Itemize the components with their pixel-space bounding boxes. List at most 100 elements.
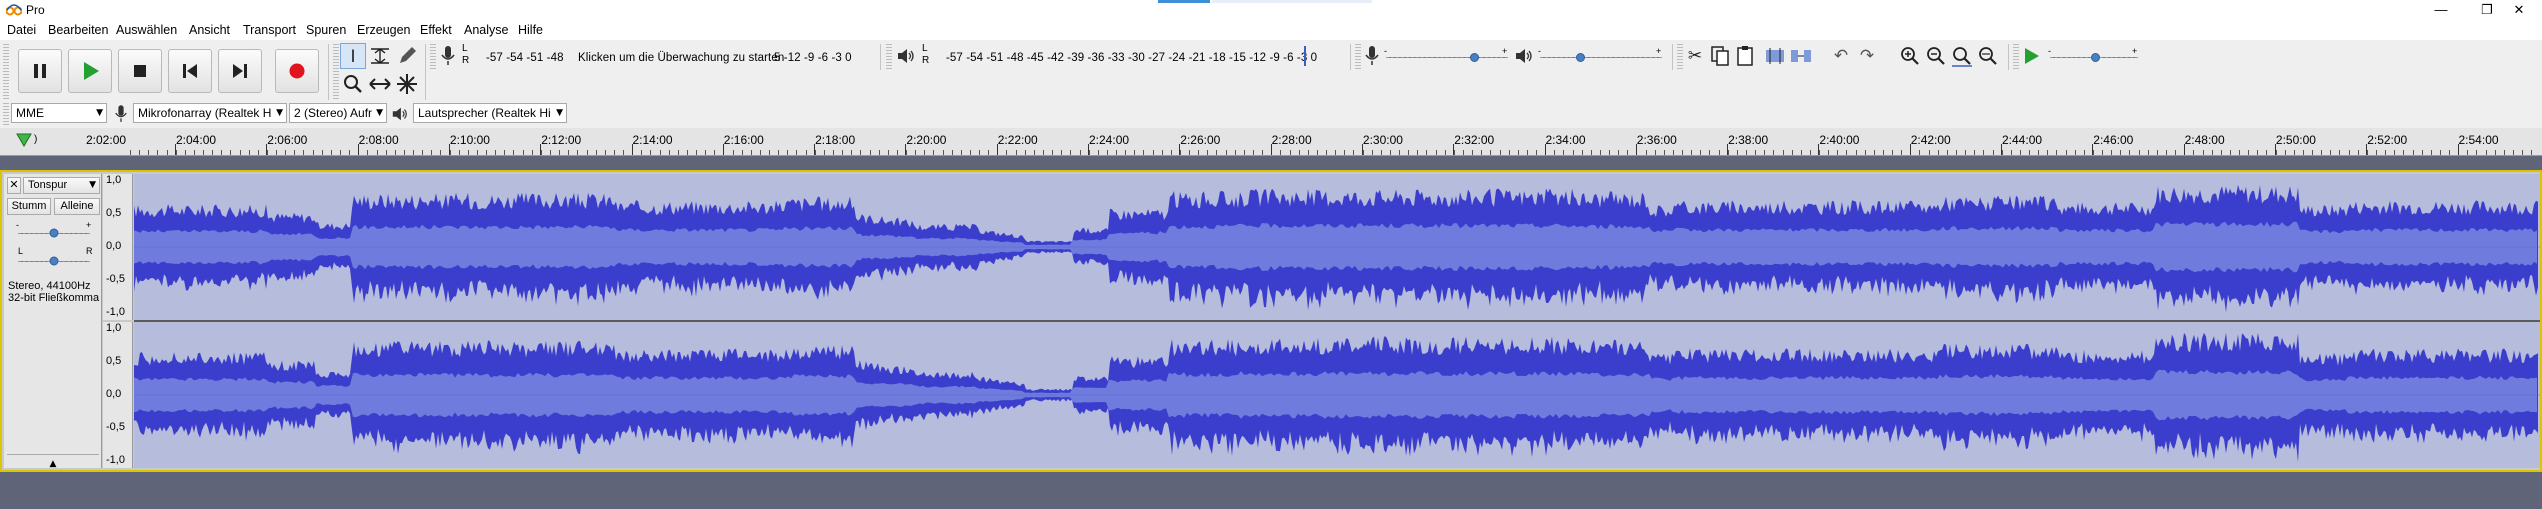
timeline-minor-tick (988, 150, 990, 155)
draw-tool-button[interactable] (394, 43, 420, 69)
recording-device-select[interactable]: Mikrofonarray (Realtek H ▼ (133, 103, 287, 123)
cut-button[interactable]: ✂ (1682, 43, 1708, 69)
channel-1-vertical-scale[interactable]: 1,0 0,5 0,0 -0,5 -1,0 (103, 174, 133, 320)
output-slider-thumb[interactable] (1575, 53, 1585, 62)
solo-button[interactable]: Alleine (54, 198, 100, 215)
track-close-button[interactable]: ✕ (7, 177, 21, 194)
selection-tool-button[interactable]: I (340, 43, 366, 69)
timeline-minor-tick (2503, 150, 2505, 155)
collapse-track-button[interactable]: ▲ (7, 454, 99, 469)
copy-button[interactable] (1707, 43, 1733, 69)
gain-slider-thumb[interactable] (49, 228, 59, 238)
pause-button[interactable] (18, 49, 62, 93)
play-at-speed-button[interactable] (2018, 43, 2044, 69)
timeline-minor-tick (1709, 150, 1711, 155)
separator (328, 44, 329, 100)
zoom-tool-button[interactable] (340, 71, 366, 97)
recording-device-microphone-icon (115, 105, 127, 122)
copy-icon (1711, 46, 1729, 66)
timeline-minor-tick (376, 150, 378, 155)
speed-slider-thumb[interactable] (2091, 53, 2100, 62)
timeline-minor-tick (769, 150, 771, 155)
channel-2-waveform[interactable] (134, 322, 2540, 468)
menu-ansicht[interactable]: Ansicht (189, 23, 230, 37)
timeshift-tool-button[interactable] (367, 71, 393, 97)
timeline-minor-tick (2485, 150, 2487, 155)
timeline-minor-tick (568, 150, 570, 155)
timeline-minor-tick (1672, 150, 1674, 155)
microphone-icon[interactable] (440, 45, 456, 67)
record-meter-grip[interactable] (430, 44, 436, 70)
output-slider-track (1540, 57, 1662, 58)
timeline-minor-tick (1764, 150, 1766, 155)
playback-device-select[interactable]: Lautsprecher (Realtek Hi ▼ (413, 103, 567, 123)
record-button[interactable] (275, 49, 319, 93)
trim-audio-button[interactable] (1762, 43, 1788, 69)
menu-analyse[interactable]: Analyse (464, 23, 508, 37)
track[interactable]: ✕ Tonspur ▼ Stumm Alleine - + L R Stereo… (0, 170, 2542, 472)
record-meter[interactable]: -57 -54 -51 -48 Klicken um die Überwachu… (472, 43, 872, 69)
tools-toolbar-grip[interactable] (333, 44, 339, 100)
multi-tool-button[interactable] (394, 71, 420, 97)
zoom-out-button[interactable] (1923, 43, 1949, 69)
menu-spuren[interactable]: Spuren (306, 23, 346, 37)
output-volume-slider[interactable]: - + (1538, 46, 1664, 66)
timeline-minor-tick (1992, 150, 1994, 155)
channel-2-vertical-scale[interactable]: 1,0 0,5 0,0 -0,5 -1,0 (103, 322, 133, 468)
recording-channels-value: 2 (Stereo) Aufr (294, 106, 373, 120)
minimize-button[interactable]: — (2418, 0, 2464, 20)
track-format-label: Stereo, 44100Hz (8, 280, 91, 292)
timeline-minor-tick (1444, 150, 1446, 155)
menu-hilfe[interactable]: Hilfe (518, 23, 543, 37)
timeline-minor-tick (2357, 150, 2359, 155)
undo-button[interactable]: ↶ (1828, 43, 1854, 69)
timeline-minor-tick (2394, 150, 2396, 155)
timeline-minor-tick (2202, 150, 2204, 155)
window-title: Pro (26, 3, 45, 17)
stop-button[interactable] (118, 49, 162, 93)
input-slider-thumb[interactable] (1469, 53, 1479, 62)
transport-toolbar-grip[interactable] (3, 44, 9, 100)
fit-project-button[interactable] (1975, 43, 2001, 69)
track-name-menu[interactable]: Tonspur ▼ (23, 177, 100, 194)
timeline-minor-tick (2047, 150, 2049, 155)
timeline-minor-tick (2147, 150, 2149, 155)
timeline-minor-tick (431, 150, 433, 155)
silence-audio-button[interactable] (1788, 43, 1814, 69)
fit-selection-icon (1952, 47, 1972, 67)
mute-button[interactable]: Stumm (7, 198, 51, 215)
envelope-tool-button[interactable] (367, 43, 393, 69)
play-meter-grip[interactable] (886, 44, 892, 70)
redo-button[interactable]: ↷ (1854, 43, 1880, 69)
speaker-icon[interactable] (896, 46, 916, 66)
close-window-button[interactable]: ✕ (2496, 0, 2542, 20)
device-toolbar-grip[interactable] (3, 103, 9, 125)
paste-button[interactable] (1732, 43, 1758, 69)
menu-transport[interactable]: Transport (243, 23, 296, 37)
recording-channels-select[interactable]: 2 (Stereo) Aufr ▼ (289, 103, 387, 123)
y-scale-label: 0,5 (106, 207, 122, 219)
timeline-minor-tick (1526, 150, 1528, 155)
timeline-minor-tick (166, 150, 168, 155)
fit-selection-button[interactable] (1949, 43, 1975, 69)
audio-host-select[interactable]: MME ▼ (11, 103, 107, 123)
timeline-ruler[interactable]: ) 2:02:00 2:04:00 2:06:00 2:08:00 2:10:00 2:… (0, 128, 2542, 156)
empty-project-area[interactable] (0, 472, 2542, 509)
skip-to-end-button[interactable] (218, 49, 262, 93)
input-volume-slider[interactable]: - + (1384, 46, 1510, 66)
pan-slider-thumb[interactable] (49, 256, 59, 266)
mixer-toolbar-grip[interactable] (1355, 44, 1361, 70)
playback-speed-slider[interactable]: - + (2048, 46, 2140, 66)
timeline-minor-tick (1946, 150, 1948, 155)
menu-datei[interactable]: Datei (7, 23, 36, 37)
play-button[interactable] (68, 49, 112, 93)
zoom-in-button[interactable] (1897, 43, 1923, 69)
play-meter[interactable]: -57 -54 -51 -48 -45 -42 -39 -36 -33 -30 … (932, 43, 1340, 69)
menu-erzeugen[interactable]: Erzeugen (357, 23, 411, 37)
timeline-minor-tick (2165, 150, 2167, 155)
channel-1-waveform[interactable] (134, 174, 2540, 320)
menu-auswaehlen[interactable]: Auswählen (116, 23, 177, 37)
menu-bearbeiten[interactable]: Bearbeiten (48, 23, 108, 37)
menu-effekt[interactable]: Effekt (420, 23, 452, 37)
skip-to-start-button[interactable] (168, 49, 212, 93)
